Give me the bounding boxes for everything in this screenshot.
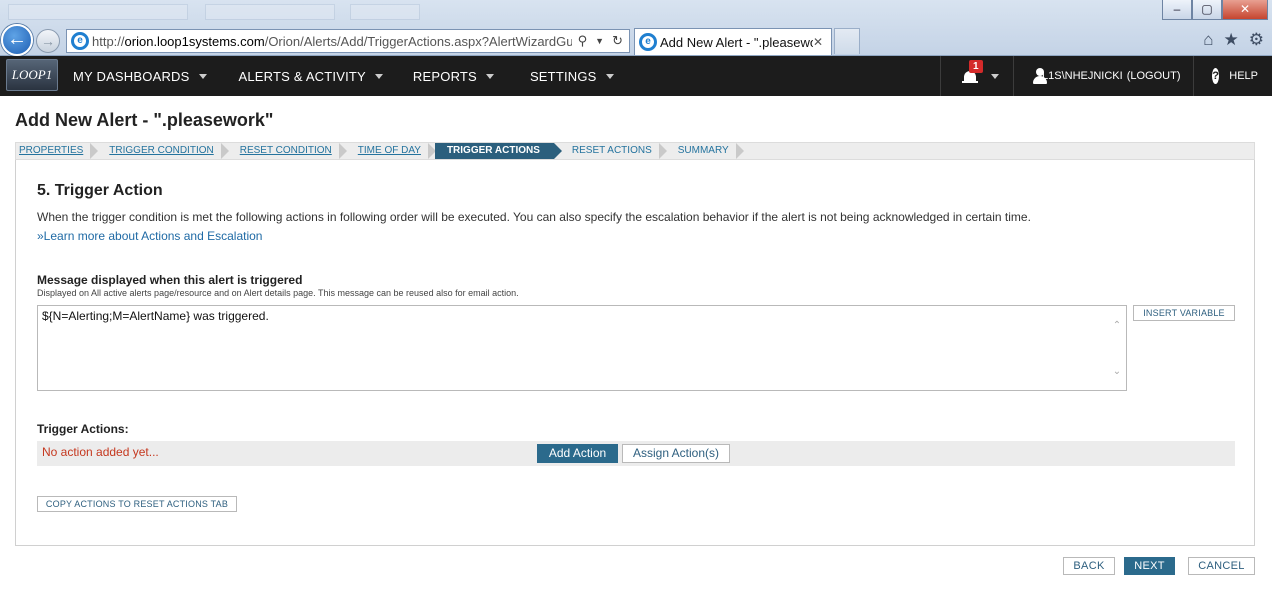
caret-down-icon [605,73,614,79]
menu-reports[interactable]: REPORTS [399,56,510,96]
close-tab-icon[interactable]: ✕ [813,35,827,49]
message-sublabel: Displayed on All active alerts page/reso… [37,288,519,298]
step-time-of-day[interactable]: TIME OF DAY [346,143,437,159]
forward-arrow-icon[interactable]: → [36,29,60,53]
dropdown-icon[interactable]: ▼ [595,36,604,46]
user-menu[interactable]: L1S\NHEJNICKI (LOGOUT) [1013,56,1193,96]
help-question-icon: ? [1212,68,1220,84]
browser-chrome: – ▢ ✕ ← → e http://orion.loop1systems.co… [0,0,1272,56]
step-reset-actions[interactable]: RESET ACTIONS [554,143,667,159]
home-icon[interactable]: ⌂ [1203,30,1213,50]
url-prefix: http:// [92,33,125,49]
menu-alerts-activity[interactable]: ALERTS & ACTIVITY [223,56,399,96]
bell-icon: 1 [961,60,983,85]
minimize-button[interactable]: – [1162,0,1192,20]
favorites-star-icon[interactable]: ★ [1224,30,1239,50]
help-button[interactable]: ? HELP [1193,56,1272,96]
menu-label: REPORTS [412,68,477,84]
step-reset-condition[interactable]: RESET CONDITION [228,143,347,159]
settings-gear-icon[interactable]: ⚙ [1249,30,1264,50]
ghost-tab [8,4,188,20]
tab-title: Add New Alert - ".pleasewo... [660,34,813,50]
refresh-icon[interactable]: ↻ [612,33,623,49]
app-navbar: LOOP1 MY DASHBOARDS ALERTS & ACTIVITY RE… [0,56,1272,96]
section-title: 5. Trigger Action [37,182,163,199]
ghost-tab [350,4,420,20]
message-textarea[interactable]: ${N=Alerting;M=AlertName} was triggered.… [37,305,1127,391]
step-summary[interactable]: SUMMARY [666,143,744,159]
scroll-down-icon[interactable]: ⌄ [1110,366,1124,378]
notifications-button[interactable]: 1 [940,56,1013,96]
add-action-button[interactable]: Add Action [537,444,618,463]
navbar-right: 1 L1S\NHEJNICKI (LOGOUT) ? HELP [940,56,1272,96]
ie-logo-icon: e [71,32,89,50]
window-controls: – ▢ ✕ [1162,0,1268,20]
section-description: When the trigger condition is met the fo… [37,210,1031,224]
url-path: /Orion/Alerts/Add/TriggerActions.aspx?Al… [264,33,572,49]
ie-logo-icon: e [639,33,657,51]
help-label: HELP [1229,70,1258,82]
address-url[interactable]: http://orion.loop1systems.com/Orion/Aler… [92,34,572,49]
page-title: Add New Alert - ".pleasework" [15,110,274,130]
step-trigger-condition[interactable]: TRIGGER CONDITION [97,143,230,159]
trigger-actions-bar: No action added yet... Add Action Assign… [37,441,1235,466]
maximize-button[interactable]: ▢ [1192,0,1222,20]
new-tab-button[interactable] [834,28,860,54]
browser-tab-active[interactable]: e Add New Alert - ".pleasewo... ✕ [634,28,832,55]
message-value: ${N=Alerting;M=AlertName} was triggered. [42,309,269,323]
insert-variable-button[interactable]: INSERT VARIABLE [1133,305,1235,321]
browser-toolbar-icons: ⌂ ★ ⚙ [1203,30,1264,50]
next-button[interactable]: NEXT [1124,557,1175,575]
caret-down-icon [991,73,999,79]
username: L1S\NHEJNICKI [1042,70,1123,82]
back-button[interactable]: BACK [1063,557,1115,575]
menu-settings[interactable]: SETTINGS [510,56,630,96]
trigger-action-panel: 5. Trigger Action When the trigger condi… [15,160,1255,546]
menu-label: ALERTS & ACTIVITY [238,68,366,84]
message-label: Message displayed when this alert is tri… [37,273,303,287]
address-tools: ⚲ ▼ ↻ [572,33,629,49]
back-arrow-icon[interactable]: ← [1,24,33,56]
wizard-steps: PROPERTIES TRIGGER CONDITION RESET CONDI… [15,142,1255,160]
loop1-logo[interactable]: LOOP1 [6,59,58,91]
url-domain: orion.loop1systems.com [124,33,265,49]
ghost-tab [205,4,335,20]
assign-actions-button[interactable]: Assign Action(s) [622,444,730,463]
trigger-actions-label: Trigger Actions: [37,422,129,436]
main-menu: MY DASHBOARDS ALERTS & ACTIVITY REPORTS … [57,56,630,96]
notification-badge: 1 [969,60,983,73]
search-icon[interactable]: ⚲ [578,33,588,49]
copy-actions-button[interactable]: COPY ACTIONS TO RESET ACTIONS TAB [37,496,237,512]
menu-my-dashboards[interactable]: MY DASHBOARDS [57,56,223,96]
no-actions-text: No action added yet... [42,445,159,459]
menu-label: MY DASHBOARDS [73,68,190,84]
background-window-titles [0,0,560,22]
bell-base [962,81,978,83]
cancel-button[interactable]: CANCEL [1188,557,1255,575]
menu-label: SETTINGS [529,68,597,84]
caret-down-icon [374,73,383,79]
address-bar[interactable]: e http://orion.loop1systems.com/Orion/Al… [66,29,630,53]
close-window-button[interactable]: ✕ [1222,0,1268,20]
caret-down-icon [198,73,207,79]
step-trigger-actions[interactable]: TRIGGER ACTIONS [434,143,562,159]
step-properties[interactable]: PROPERTIES [16,143,99,159]
learn-more-link[interactable]: »Learn more about Actions and Escalation [37,229,262,243]
logout-link[interactable]: (LOGOUT) [1127,70,1181,82]
scroll-up-icon[interactable]: ⌃ [1110,320,1124,332]
caret-down-icon [485,73,494,79]
